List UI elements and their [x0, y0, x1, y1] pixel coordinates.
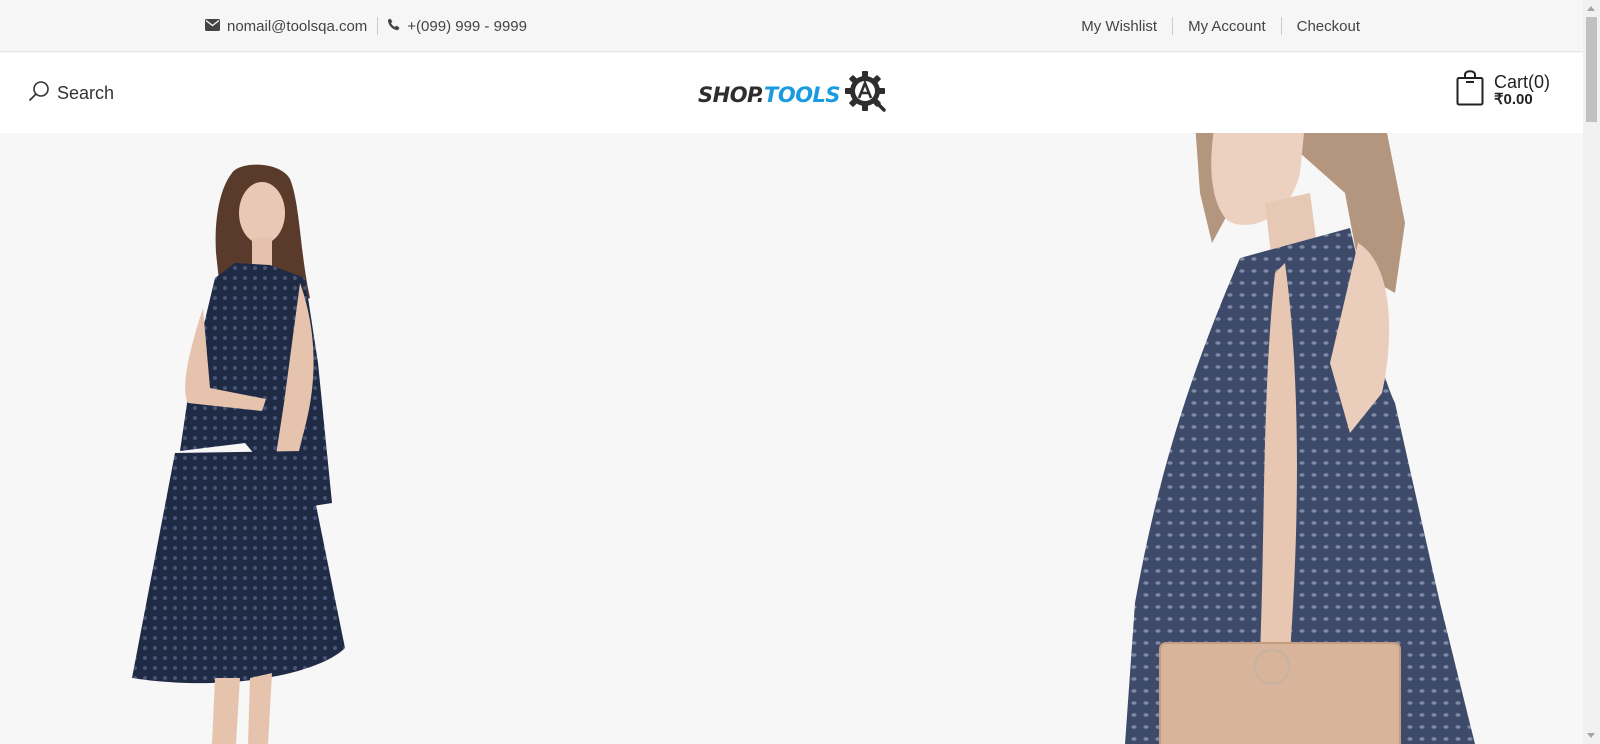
top-bar: nomail@toolsqa.com +(099) 999 - 9999 My … — [0, 0, 1583, 52]
cart-label: Cart(0) — [1494, 72, 1551, 93]
cart-button[interactable]: Cart(0) ₹0.00 — [1456, 70, 1550, 111]
checkout-link[interactable]: Checkout — [1297, 18, 1360, 35]
logo-text-shop: SHOP. — [698, 82, 765, 107]
page-scrollbar[interactable] — [1583, 0, 1600, 744]
site-header: Search SHOP. TOOLS Cart(0) ₹0.00 — [0, 53, 1583, 133]
scroll-down-arrow-icon[interactable] — [1587, 733, 1595, 738]
search-toggle[interactable]: Search — [28, 53, 114, 133]
divider — [1280, 17, 1282, 35]
logo-text-tools: TOOLS — [764, 82, 841, 107]
gear-icon — [843, 69, 889, 120]
cart-summary: Cart(0) ₹0.00 — [1494, 73, 1550, 108]
hero-banner[interactable] — [0, 133, 1583, 744]
my-wishlist-link[interactable]: My Wishlist — [1081, 18, 1157, 35]
cart-amount: ₹0.00 — [1494, 91, 1533, 109]
right-model-figure — [1125, 133, 1475, 744]
scroll-up-arrow-icon[interactable] — [1587, 6, 1595, 11]
left-model-figure — [132, 164, 345, 744]
search-label: Search — [57, 82, 115, 103]
phone-text: +(099) 999 - 9999 — [407, 17, 527, 35]
my-account-link[interactable]: My Account — [1188, 18, 1266, 35]
hero-image — [132, 133, 1475, 744]
phone-contact: +(099) 999 - 9999 — [388, 18, 527, 35]
phone-icon — [388, 18, 400, 35]
envelope-icon — [205, 18, 220, 35]
contact-info: nomail@toolsqa.com +(099) 999 - 9999 — [205, 0, 527, 52]
search-icon — [28, 80, 50, 107]
account-links: My Wishlist My Account Checkout — [1081, 0, 1360, 52]
divider — [1172, 17, 1174, 35]
site-logo[interactable]: SHOP. TOOLS — [698, 69, 889, 120]
shopping-bag-icon — [1456, 70, 1484, 111]
scrollbar-thumb[interactable] — [1586, 17, 1597, 122]
email-text: nomail@toolsqa.com — [227, 17, 368, 35]
divider — [377, 17, 379, 35]
email-contact: nomail@toolsqa.com — [205, 18, 367, 35]
